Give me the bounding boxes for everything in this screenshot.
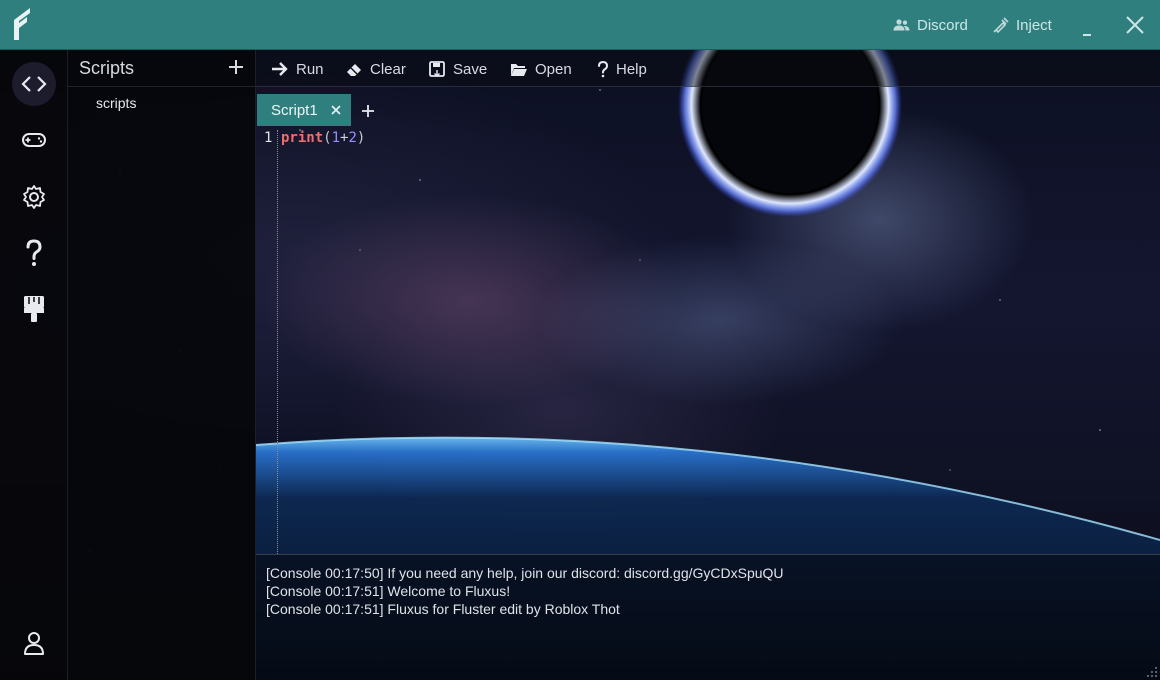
code-icon <box>21 76 47 92</box>
code-keyword: print <box>281 130 324 146</box>
fluxus-logo-icon <box>14 8 30 40</box>
inject-label: Inject <box>1016 16 1052 34</box>
tab-label: Script1 <box>271 101 318 119</box>
run-label: Run <box>296 60 324 78</box>
gamepad-icon <box>22 133 46 147</box>
rail-item-themes[interactable] <box>12 287 56 331</box>
console-output[interactable]: [Console 00:17:50] If you need any help,… <box>256 554 1160 680</box>
users-icon <box>893 19 910 31</box>
console-line: [Console 00:17:50] If you need any help,… <box>266 565 784 581</box>
code-number-2: 2 <box>348 130 357 146</box>
rail-item-account[interactable] <box>12 621 56 665</box>
gear-icon <box>23 185 45 209</box>
code-open-paren: ( <box>323 130 332 146</box>
close-icon[interactable] <box>1125 14 1145 36</box>
rail-item-editor[interactable] <box>12 62 56 106</box>
code-number-1: 1 <box>331 130 341 146</box>
folder-open-icon <box>511 63 527 76</box>
arrow-right-icon <box>272 62 288 76</box>
rail-item-help[interactable] <box>12 231 56 275</box>
line-number: 1 <box>264 130 273 146</box>
clear-button[interactable]: Clear <box>346 59 406 79</box>
code-editor[interactable]: 1 print(1+2) <box>256 126 1160 554</box>
close-tab-icon[interactable] <box>329 103 343 117</box>
console-line: [Console 00:17:51] Welcome to Fluxus! <box>266 583 511 599</box>
paint-brush-icon <box>24 296 44 322</box>
syringe-icon <box>993 16 1009 33</box>
add-script-icon[interactable] <box>226 57 246 77</box>
scripts-panel-title: Scripts <box>79 58 135 78</box>
discord-button[interactable]: Discord <box>893 14 968 36</box>
eraser-icon <box>347 64 361 76</box>
editor-toolbar: Run Clear Save Open Help <box>256 50 1160 87</box>
user-icon <box>24 632 44 655</box>
open-label: Open <box>535 60 572 78</box>
open-button[interactable]: Open <box>510 59 572 79</box>
script-folder-item[interactable]: scripts <box>96 95 136 111</box>
minimize-icon[interactable] <box>1080 18 1094 40</box>
clear-label: Clear <box>370 60 406 78</box>
discord-label: Discord <box>917 16 968 34</box>
run-button[interactable]: Run <box>271 59 324 79</box>
help-label: Help <box>616 60 647 78</box>
help-button[interactable]: Help <box>597 59 647 79</box>
editor-tab-bar: Script1 <box>256 94 1160 126</box>
scripts-panel-header: Scripts <box>68 50 255 87</box>
rail-item-settings[interactable] <box>12 175 56 219</box>
save-label: Save <box>453 60 488 78</box>
title-bar: Discord Inject <box>0 0 1160 50</box>
question-icon <box>26 239 42 266</box>
save-button[interactable]: Save <box>429 59 487 79</box>
resize-grip-icon[interactable] <box>1146 666 1158 678</box>
save-icon <box>429 61 445 77</box>
code-line: print(1+2) <box>281 130 365 146</box>
gutter-divider <box>277 130 278 554</box>
code-close-paren: ) <box>356 130 366 146</box>
side-navigation-rail <box>0 50 68 680</box>
add-tab-icon[interactable] <box>359 102 377 120</box>
scripts-panel: Scripts scripts <box>68 50 256 680</box>
rail-item-games[interactable] <box>12 118 56 162</box>
help-icon <box>598 60 609 77</box>
inject-button[interactable]: Inject <box>992 14 1052 36</box>
console-line: [Console 00:17:51] Fluxus for Fluster ed… <box>266 601 620 617</box>
